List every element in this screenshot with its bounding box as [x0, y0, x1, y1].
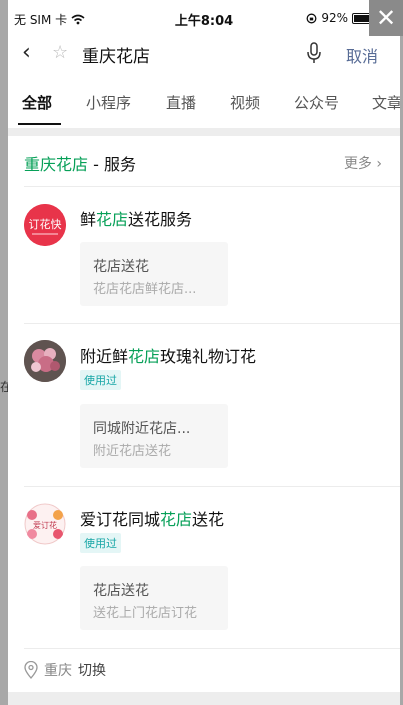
divider: [24, 486, 400, 487]
close-icon[interactable]: ✕: [369, 0, 403, 36]
search-input[interactable]: 重庆花店: [82, 42, 150, 67]
switch-location-button[interactable]: 切换: [78, 660, 106, 680]
tab-all[interactable]: 全部: [22, 92, 52, 113]
card-subtitle: 花店花店鲜花店...: [93, 282, 197, 297]
chevron-right-icon: ›: [376, 156, 382, 172]
card-subtitle: 附近花店送花: [93, 444, 172, 459]
status-bar: 无 SIM 卡 上午8:04 92%: [8, 0, 400, 36]
tab-videos[interactable]: 视频: [230, 92, 260, 113]
status-right: 92%: [306, 11, 374, 25]
service-logo[interactable]: 爱订花: [24, 503, 66, 545]
location-bar: 重庆 切换: [24, 660, 106, 680]
cancel-button[interactable]: 取消: [346, 43, 378, 67]
divider: [24, 648, 400, 649]
tab-official-accounts[interactable]: 公众号: [294, 92, 339, 113]
section-title-rest: - 服务: [88, 155, 136, 174]
service-card[interactable]: 同城附近花店... 附近花店送花: [80, 404, 228, 468]
card-subtitle: 送花上门花店订花: [93, 606, 198, 621]
bouquet-photo: [24, 340, 66, 382]
logo-text: 订花快: [29, 218, 62, 231]
bottom-separator: [8, 692, 400, 705]
tab-mini-programs[interactable]: 小程序: [86, 92, 131, 113]
location-city: 重庆: [44, 663, 72, 679]
title-highlight: 花店: [160, 510, 193, 529]
screen: { "status_bar": { "carrier": "无 SIM 卡", …: [0, 0, 403, 705]
wechat-search-screen: 无 SIM 卡 上午8:04 92% ‹ ☆ 重庆花店 取消 全部 小程序 直播…: [8, 0, 400, 705]
service-card[interactable]: 花店送花 花店花店鲜花店...: [80, 242, 228, 306]
section-title: 重庆花店 - 服务: [24, 151, 136, 175]
section-title-highlight: 重庆花店: [24, 155, 89, 174]
service-logo[interactable]: 订花快: [24, 204, 66, 246]
location-pin-icon: [24, 661, 38, 679]
card-title: 花店送花: [93, 259, 149, 275]
card-title: 花店送花: [93, 583, 149, 599]
card-title: 同城附近花店...: [93, 421, 191, 437]
back-arrow-icon[interactable]: ‹: [22, 40, 31, 65]
divider: [24, 186, 400, 187]
title-part: 爱订花同城: [80, 510, 161, 529]
title-part: 附近鲜: [80, 347, 129, 366]
search-header: ‹ ☆ 重庆花店 取消: [8, 36, 400, 74]
star-icon[interactable]: ☆: [52, 42, 68, 63]
used-badge: 使用过: [80, 533, 121, 553]
service-title[interactable]: 附近鲜花店玫瑰礼物订花: [80, 343, 256, 367]
service-title[interactable]: 爱订花同城花店送花: [80, 506, 224, 530]
title-part: 玫瑰礼物订花: [160, 347, 257, 366]
used-badge: 使用过: [80, 370, 121, 390]
rotation-lock-icon: [306, 13, 317, 23]
divider: [24, 323, 400, 324]
section-separator: [8, 128, 400, 136]
service-title[interactable]: 鲜花店送花服务: [80, 206, 192, 230]
title-highlight: 花店: [96, 210, 129, 229]
service-logo[interactable]: [24, 340, 66, 382]
logo-graphic: 爱订花: [24, 503, 66, 545]
tab-live[interactable]: 直播: [166, 92, 196, 113]
microphone-icon[interactable]: [306, 42, 322, 64]
more-label: 更多: [343, 156, 372, 172]
active-tab-indicator: [18, 123, 61, 125]
more-link[interactable]: 更多 ›: [344, 153, 382, 173]
logo-text: 爱订花: [33, 520, 57, 530]
title-part: 送花服务: [128, 210, 193, 229]
service-card[interactable]: 花店送花 送花上门花店订花: [80, 566, 228, 630]
tab-articles[interactable]: 文章: [372, 92, 400, 113]
title-highlight: 花店: [128, 347, 161, 366]
title-part: 送花: [192, 510, 225, 529]
battery-percent: 92%: [321, 11, 348, 25]
logo-graphic: 订花快: [24, 204, 66, 246]
title-part: 鲜: [80, 210, 97, 229]
search-tabs: 全部 小程序 直播 视频 公众号 文章: [8, 86, 400, 126]
